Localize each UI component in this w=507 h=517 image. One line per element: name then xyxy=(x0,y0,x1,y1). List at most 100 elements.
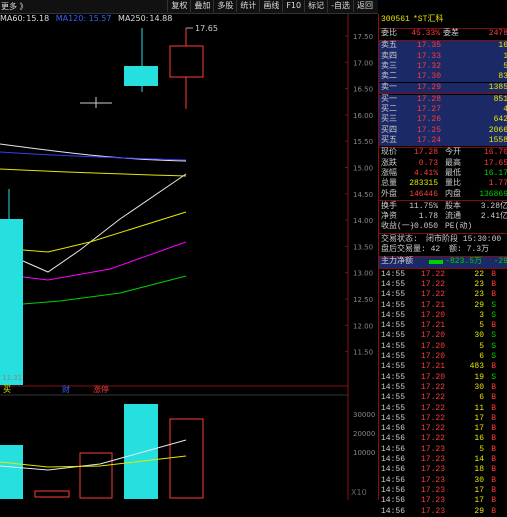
tick-price: 17.23 xyxy=(421,444,446,454)
toolbar-button-4[interactable]: 画线 xyxy=(259,0,282,12)
tick-time: 14:56 xyxy=(381,424,406,434)
high-price-label: 17.65 xyxy=(195,24,218,33)
toolbar-button-3[interactable]: 统计 xyxy=(236,0,259,12)
tick-price: 17.22 xyxy=(421,413,446,423)
signal-buy[interactable]: 买 xyxy=(3,385,11,394)
kline-chart[interactable]: 17.50 17.00 16.50 16.00 15.50 15.00 14.50 14.00… xyxy=(0,14,378,500)
candle-up-1[interactable] xyxy=(169,45,204,78)
tick-direction: S xyxy=(491,300,496,310)
ask-volume: 5 xyxy=(503,61,507,71)
tick-direction: S xyxy=(491,341,496,351)
tick-time: 14:55 xyxy=(381,290,406,300)
more-menu-button[interactable]: 更多 》 xyxy=(1,1,28,12)
quote-label-2: PE(动) xyxy=(445,222,473,232)
bid-row-1: 买一 17.28 851 xyxy=(379,94,507,106)
after-hours-row: 盘后交易量: 42 额: 7.3万 xyxy=(379,245,507,255)
toolbar-button-7[interactable]: -自选 xyxy=(327,0,353,12)
ask-price: 17.35 xyxy=(417,41,442,51)
main-flow-bar xyxy=(429,260,443,265)
tick-volume: 11 xyxy=(474,403,484,413)
quote-label-2: 股本 xyxy=(445,201,461,211)
volume-bar-4[interactable] xyxy=(124,404,158,499)
volume-bar-5[interactable] xyxy=(169,418,204,499)
tick-price: 17.20 xyxy=(421,310,446,320)
volume-bar-2[interactable] xyxy=(34,490,70,498)
toolbar-button-0[interactable]: 复权 xyxy=(167,0,190,12)
candle-down-1[interactable] xyxy=(0,219,23,385)
bid-label: 买二 xyxy=(381,105,397,115)
tick-row: 14:55 17.22 22 B xyxy=(379,270,507,280)
toolbar-button-8[interactable]: 返回 xyxy=(353,0,376,12)
ma-line-yellow-long xyxy=(0,168,187,177)
signal-limit-up[interactable]: 涨停 xyxy=(93,384,109,394)
tick-price: 17.20 xyxy=(421,372,446,382)
tick-volume: 29 xyxy=(474,300,484,310)
toolbar-button-1[interactable]: 叠加 xyxy=(190,0,213,12)
tick-row: 14:55 17.20 30 S xyxy=(379,331,507,341)
tick-volume: 483 xyxy=(469,362,484,372)
ask-price: 17.33 xyxy=(417,51,442,61)
tick-row: 14:56 17.22 16 B xyxy=(379,434,507,444)
price-axis: 17.50 17.00 16.50 16.00 15.50 15.00 14.50 14.00… xyxy=(345,33,373,357)
tick-volume: 17 xyxy=(474,496,484,506)
bid-price: 17.28 xyxy=(417,94,442,104)
weicha-label: 委差 xyxy=(443,29,459,38)
tick-price: 17.22 xyxy=(421,382,446,392)
main-flow-row: 主力净额 -823.5万 -29 xyxy=(379,257,507,268)
bid-volume: 642 xyxy=(493,115,507,125)
bid-row-5: 买五 17.24 1558 xyxy=(379,136,507,147)
tick-volume: 18 xyxy=(474,465,484,475)
tick-volume: 19 xyxy=(474,372,484,382)
tick-time: 14:56 xyxy=(381,455,406,464)
price-tick-label: 15.50 xyxy=(353,138,373,146)
tick-time: 14:55 xyxy=(381,372,406,382)
tick-row: 14:55 17.22 23 B xyxy=(379,280,507,290)
tick-volume: 14 xyxy=(474,455,484,464)
tick-row: 14:55 17.20 5 S xyxy=(379,342,507,352)
tick-time: 14:55 xyxy=(381,352,406,361)
tick-time: 14:55 xyxy=(381,413,406,423)
toolbar-button-6[interactable]: 标记 xyxy=(304,0,327,12)
bid-row-3: 买三 17.26 642 xyxy=(379,115,507,126)
quote-label: 现价 xyxy=(381,148,397,158)
tick-time: 14:56 xyxy=(381,496,406,506)
quote-row-3: 总量 283315 量比 1.77 xyxy=(379,179,507,189)
volume-tick-label: 20000 xyxy=(353,430,375,438)
quote-row-4: 外盘 146446 内盘 136869 xyxy=(379,190,507,200)
tick-time: 14:56 xyxy=(381,444,406,454)
tick-price: 17.23 xyxy=(421,506,446,516)
volume-bar-1[interactable] xyxy=(0,445,23,499)
weibi-label: 委比 xyxy=(381,29,397,38)
tick-row: 14:55 17.21 5 B xyxy=(379,321,507,331)
tick-row: 14:56 17.23 17 B xyxy=(379,486,507,496)
tick-row: 14:55 17.22 23 B xyxy=(379,290,507,300)
tick-price: 17.20 xyxy=(421,331,446,341)
quote-row-7: 收益(一) -0.050 PE(动) xyxy=(379,222,507,232)
ma-line-magenta xyxy=(22,241,187,281)
tick-price: 17.23 xyxy=(421,475,446,485)
toolbar-button-5[interactable]: F10 xyxy=(282,0,304,12)
quote-row-1: 涨跌 0.73 最高 17.65 xyxy=(379,159,507,169)
toolbar-button-2[interactable]: 多股 xyxy=(213,0,236,12)
tick-price: 17.23 xyxy=(421,455,446,464)
tick-row: 14:55 17.22 11 B xyxy=(379,404,507,414)
tick-time: 14:56 xyxy=(381,465,406,475)
tick-direction: B xyxy=(491,269,496,279)
tick-price: 17.22 xyxy=(421,403,446,413)
ma-line-blue xyxy=(0,151,187,161)
signal-finance[interactable]: 财 xyxy=(62,384,70,394)
quote-value-2: 136869 xyxy=(479,189,507,199)
quote-label: 净资 xyxy=(381,212,397,222)
tick-direction: B xyxy=(491,321,496,331)
volume-bar-3[interactable] xyxy=(79,452,113,499)
after-hours-volume: 盘后交易量: 42 xyxy=(381,245,441,254)
bid-volume: 4 xyxy=(503,105,507,115)
tick-direction: B xyxy=(491,403,496,413)
candle-down-2[interactable] xyxy=(124,66,158,86)
tick-row: 14:56 17.23 17 B xyxy=(379,496,507,506)
after-hours-amount: 额: 7.3万 xyxy=(449,245,490,254)
main-flow-value-2: -29 xyxy=(493,257,507,267)
quote-label: 外盘 xyxy=(381,189,397,199)
price-tick-label: 11.50 xyxy=(353,349,373,357)
tick-direction: B xyxy=(491,444,496,454)
